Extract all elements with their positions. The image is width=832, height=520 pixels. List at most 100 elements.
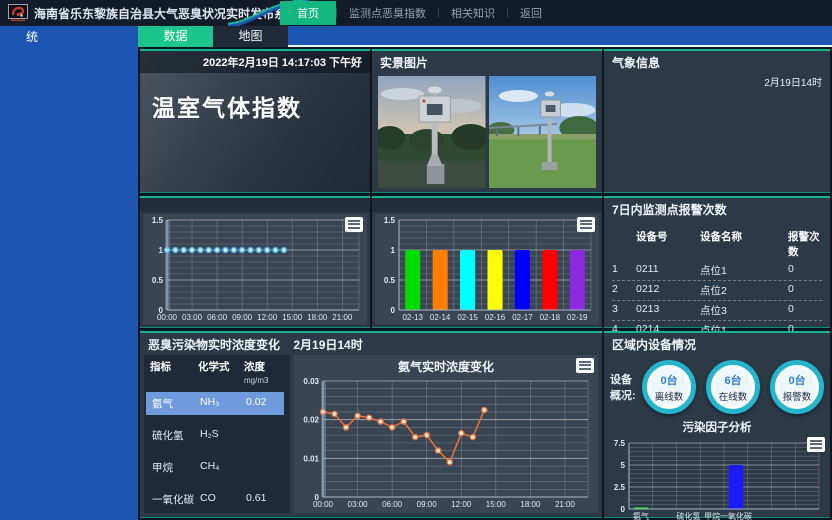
svg-text:00:00: 00:00 [157, 313, 178, 322]
svg-text:硫化氢: 硫化氢 [676, 511, 700, 520]
dashboard: 海南省乐东黎族自治县大气恶臭状况实时发布系 首页 监测点恶臭指数 相关知识 返回… [0, 0, 832, 520]
list-item[interactable]: 硫化氢H₂S [150, 424, 284, 447]
chart-header [372, 198, 602, 212]
svg-text:0.01: 0.01 [303, 454, 319, 463]
svg-text:甲烷: 甲烷 [704, 511, 720, 520]
list-item[interactable]: 甲烷CH₄ [150, 456, 284, 479]
svg-text:氨气: 氨气 [633, 511, 649, 520]
panel-greenhouse-index: 2022年2月19日 14:17:03 下午好 温室气体指数 [140, 49, 370, 193]
panel-alarm-table: 7日内监测点报警次数 设备号 设备名称 报警次数 10211点位1020212点… [604, 196, 830, 328]
daily-bar-chart: 00.511.502-1302-1402-1502-1602-1702-1802… [375, 214, 599, 324]
svg-text:12:00: 12:00 [257, 313, 278, 322]
svg-text:7.5: 7.5 [614, 439, 626, 448]
svg-text:02-16: 02-16 [485, 313, 506, 322]
svg-text:00:00: 00:00 [313, 500, 334, 509]
col-indicator: 指标 [150, 359, 198, 386]
main-nav: 首页 监测点恶臭指数 相关知识 返回 [280, 0, 554, 26]
device-overview: 设备概况: 0台 离线数 6台 在线数 0台 报警数 [604, 356, 830, 416]
weather-time: 2月19日14时 [764, 74, 822, 89]
panel-device-status: 区域内设备情况 设备概况: 0台 离线数 6台 在线数 0台 报警数 [604, 331, 830, 518]
svg-text:1: 1 [159, 246, 164, 255]
index-line-chart: 00.511.500:0003:0006:0009:0012:0015:0018… [143, 214, 367, 324]
odor-body: 指标 化学式 浓度 mg/m3 氨气NH₃0.02 硫化氢H₂S 甲烷CH₄ 一氧化碳… [140, 353, 602, 517]
nh3-chart-title: 氨气实时浓度变化 [294, 355, 598, 375]
svg-text:15:00: 15:00 [282, 313, 303, 322]
panel-title: 7日内监测点报警次数 [604, 198, 830, 221]
svg-text:一氧化碳: 一氧化碳 [720, 511, 752, 520]
tab-strip-filler [288, 26, 832, 47]
panel-weather-info: 气象信息 2月19日14时 [604, 49, 830, 193]
svg-text:21:00: 21:00 [332, 313, 353, 322]
photo-row [372, 74, 602, 190]
sidebar-top-label: 统 [0, 26, 138, 47]
stat-alarm-count: 0台 报警数 [770, 360, 824, 414]
svg-text:02-13: 02-13 [402, 313, 423, 322]
chart-menu-icon[interactable] [576, 358, 594, 373]
odor-table-header: 指标 化学式 浓度 mg/m3 [150, 359, 284, 386]
site-photo-1 [378, 76, 486, 188]
odor-table: 指标 化学式 浓度 mg/m3 氨气NH₃0.02 硫化氢H₂S 甲烷CH₄ 一氧化碳… [144, 355, 290, 513]
svg-text:09:00: 09:00 [232, 313, 253, 322]
svg-text:18:00: 18:00 [520, 500, 541, 509]
site-photo-2 [489, 76, 597, 188]
nav-item-back[interactable]: 返回 [508, 2, 554, 24]
svg-text:06:00: 06:00 [207, 313, 228, 322]
svg-text:09:00: 09:00 [417, 500, 438, 509]
col-device-name: 设备名称 [700, 229, 788, 259]
left-sidebar [0, 47, 138, 520]
nav-item-home[interactable]: 首页 [280, 1, 336, 25]
col-concentration: 浓度 [244, 361, 265, 373]
chart-menu-icon[interactable] [807, 437, 825, 452]
col-alarm-count: 报警次数 [788, 229, 822, 259]
top-bar: 海南省乐东黎族自治县大气恶臭状况实时发布系 首页 监测点恶臭指数 相关知识 返回 [0, 0, 832, 26]
svg-text:0.5: 0.5 [152, 276, 164, 285]
table-row[interactable]: 30213点位30 [612, 301, 822, 321]
panel-title: 气象信息 [604, 51, 830, 74]
table-row[interactable]: 10211点位10 [612, 261, 822, 281]
svg-text:12:00: 12:00 [451, 500, 472, 509]
nh3-line-chart: 00.010.020.0300:0003:0006:0009:0012:0015… [296, 375, 596, 511]
tab-map[interactable]: 地图 [213, 26, 288, 47]
svg-text:02-18: 02-18 [540, 313, 561, 322]
svg-text:03:00: 03:00 [348, 500, 369, 509]
svg-text:21:00: 21:00 [555, 500, 576, 509]
col-device-id: 设备号 [636, 229, 700, 259]
odor-time: 2月19日14时 [293, 338, 362, 352]
nav-item-odor-index[interactable]: 监测点恶臭指数 [337, 2, 438, 24]
svg-text:5: 5 [621, 461, 626, 470]
list-item[interactable]: 氨气NH₃0.02 [146, 392, 284, 415]
panel-title: 区域内设备情况 [604, 333, 830, 356]
svg-text:02-15: 02-15 [457, 313, 478, 322]
svg-text:2.5: 2.5 [614, 483, 626, 492]
main-content: 2022年2月19日 14:17:03 下午好 温室气体指数 实景图片 [138, 47, 832, 520]
svg-text:0.03: 0.03 [303, 377, 319, 386]
device-overview-label: 设备概况: [610, 371, 642, 403]
nh3-chart-panel: 氨气实时浓度变化 00.010.020.0300:0003:0006:0009:… [294, 355, 598, 513]
svg-text:1: 1 [391, 246, 396, 255]
tab-data[interactable]: 数据 [138, 26, 213, 47]
svg-text:0: 0 [391, 306, 396, 315]
app-logo-icon [8, 4, 28, 22]
svg-text:15:00: 15:00 [486, 500, 507, 509]
factor-analysis-title: 污染因子分析 [604, 419, 830, 435]
nav-item-knowledge[interactable]: 相关知识 [439, 2, 507, 24]
panel-odor-concentration: 恶臭污染物实时浓度变化 2月19日14时 指标 化学式 浓度 mg/m3 氨气N… [140, 331, 602, 518]
alarm-table-header: 设备号 设备名称 报警次数 [612, 227, 822, 261]
svg-text:0: 0 [621, 505, 626, 514]
concentration-unit: mg/m3 [244, 376, 268, 385]
panel-daily-bar-chart: 00.511.502-1302-1402-1502-1602-1702-1802… [372, 196, 602, 328]
page-title: 温室气体指数 [140, 73, 370, 139]
chart-header [140, 198, 370, 212]
panel-title: 恶臭污染物实时浓度变化 [148, 338, 280, 352]
svg-text:1.5: 1.5 [152, 216, 164, 225]
factor-bar-chart: 0 2.5 5 7.5 氨气 硫化氢甲烷一氧化碳 [607, 437, 827, 520]
svg-text:18:00: 18:00 [307, 313, 328, 322]
chart-menu-icon[interactable] [345, 217, 363, 232]
panel-title: 实景图片 [372, 51, 602, 74]
list-item[interactable]: 一氧化碳CO0.61 [150, 488, 284, 511]
svg-text:02-14: 02-14 [430, 313, 451, 322]
svg-text:0.02: 0.02 [303, 416, 319, 425]
chart-menu-icon[interactable] [577, 217, 595, 232]
table-row[interactable]: 20212点位20 [612, 281, 822, 301]
svg-text:06:00: 06:00 [382, 500, 403, 509]
